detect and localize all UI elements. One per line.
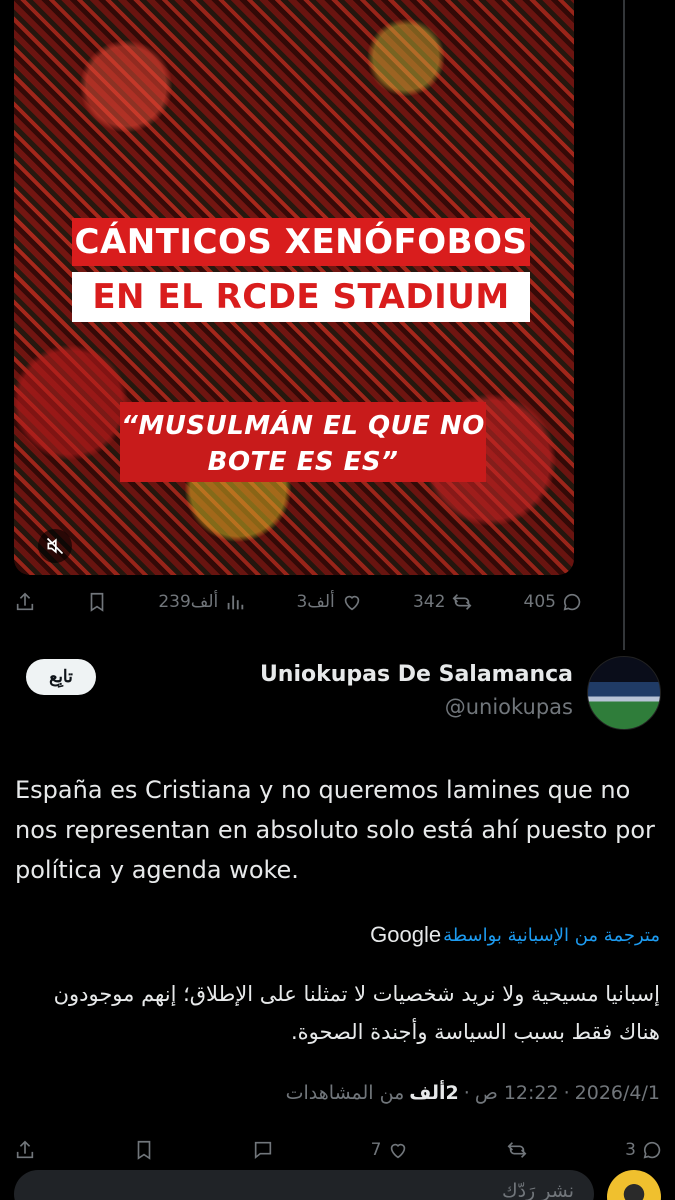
post-text: España es Cristiana y no queremos lamine…: [15, 776, 655, 884]
composer-placeholder: نشر رَدّك: [501, 1180, 574, 1200]
current-user-avatar[interactable]: [607, 1170, 661, 1200]
views-button[interactable]: 239ألف: [158, 591, 246, 613]
like-count: 3ألف: [296, 592, 335, 612]
speaker-muted-icon[interactable]: [38, 529, 72, 563]
video-quote-text: “MUSULMÁN EL QUE NO BOTE ES ES”: [120, 402, 486, 482]
quote-icon: [254, 1141, 271, 1160]
share-button[interactable]: [14, 591, 36, 613]
repost-count: 342: [412, 592, 446, 612]
translated-text: إسبانيا مسيحية ولا نريد شخصيات لا تمثلنا…: [53, 982, 660, 1044]
post-time[interactable]: 12:22 ص: [475, 1082, 559, 1104]
bookmark-button[interactable]: [86, 591, 108, 613]
repost-button[interactable]: 342: [413, 591, 473, 613]
video-headline-line2: EN EL RCDE STADIUM: [72, 272, 530, 322]
share-icon: [16, 1140, 34, 1159]
like-button[interactable]: 3ألف: [296, 591, 362, 613]
meta-separator-2: ·: [463, 1082, 470, 1104]
heart-icon: [344, 595, 360, 611]
repost-icon: [507, 1142, 527, 1158]
user-handle[interactable]: @uniokupas: [445, 695, 573, 719]
post-date[interactable]: 2026/4/1: [575, 1082, 660, 1104]
views-icon: [227, 595, 244, 610]
quote-button[interactable]: [252, 1139, 274, 1161]
display-name[interactable]: Uniokupas De Salamanca: [260, 662, 573, 687]
heart-icon: [391, 1143, 406, 1159]
video-headline-line1: CÁNTICOS XENÓFOBOS: [72, 218, 530, 266]
quoted-action-bar: 405 342 3ألف 239ألف: [14, 582, 584, 622]
post-views-count: 2ألف: [409, 1082, 459, 1104]
bookmark-icon: [137, 1140, 151, 1160]
reply-button[interactable]: 405: [524, 591, 584, 613]
thread-connector-line: [623, 0, 625, 650]
reply-icon: [643, 1141, 661, 1159]
reply-button[interactable]: 3: [625, 1139, 664, 1161]
meta-separator-1: ·: [563, 1082, 570, 1104]
google-logo: Google: [370, 922, 442, 947]
post-views-label: من المشاهدات: [285, 1082, 405, 1104]
bookmark-button[interactable]: [133, 1139, 155, 1161]
avatar[interactable]: [587, 656, 661, 730]
like-button[interactable]: 7: [371, 1139, 410, 1161]
share-button[interactable]: [14, 1139, 36, 1161]
reply-action-bar: 3 7: [14, 1130, 664, 1170]
repost-icon: [452, 594, 472, 610]
repost-button[interactable]: [506, 1139, 528, 1161]
translated-label[interactable]: مترجمة من الإسبانية بواسطة: [443, 925, 660, 946]
bookmark-icon: [90, 592, 104, 612]
reply-count: 405: [523, 592, 556, 612]
like-count: 7: [370, 1140, 382, 1160]
post-meta: 2026/4/1 · 12:22 ص · 2ألف من المشاهدات: [286, 1082, 660, 1104]
reply-count: 3: [625, 1140, 636, 1160]
quoted-video[interactable]: CÁNTICOS XENÓFOBOS EN EL RCDE STADIUM “M…: [14, 0, 574, 575]
share-icon: [16, 592, 34, 611]
follow-button[interactable]: تابِع: [26, 659, 96, 695]
views-count: 239ألف: [158, 592, 219, 612]
reply-icon: [563, 593, 581, 611]
reply-composer[interactable]: نشر رَدّك: [14, 1170, 594, 1200]
translation-attribution[interactable]: مترجمة من الإسبانية بواسطة Google: [370, 922, 660, 948]
